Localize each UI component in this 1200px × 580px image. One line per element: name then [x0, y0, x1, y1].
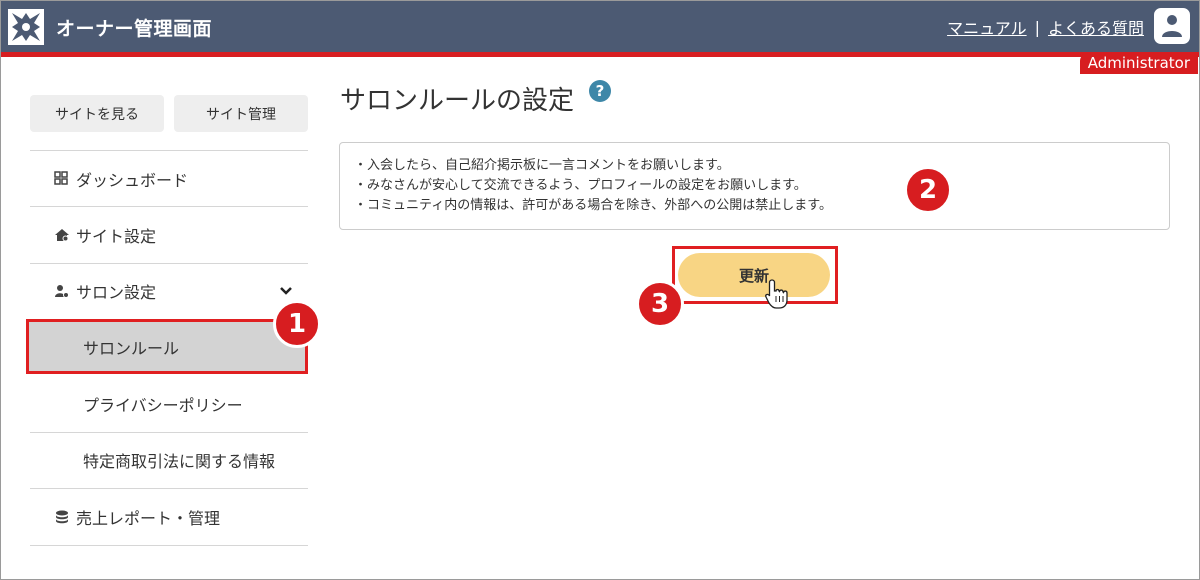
user-icon: [1162, 15, 1182, 37]
chevron-down-icon[interactable]: [278, 282, 294, 298]
house-gear-icon: [54, 227, 70, 243]
site-admin-button[interactable]: サイト管理: [174, 95, 308, 132]
help-icon[interactable]: ?: [588, 79, 612, 103]
rule-line: ・コミュニティ内の情報は、許可がある場合を除き、外部への公開は禁止します。: [354, 198, 833, 213]
role-badge: Administrator: [1079, 53, 1198, 74]
user-gear-icon: [54, 283, 70, 299]
sidebar-item-sales-report[interactable]: 売上レポート・管理: [30, 489, 308, 544]
update-button[interactable]: 更新: [678, 253, 830, 297]
sidebar-item-dashboard[interactable]: ダッシュボード: [30, 151, 308, 206]
nav-divider: [30, 545, 308, 546]
header-accent-line: [0, 52, 1200, 57]
sidebar-item-label: 特定商取引法に関する情報: [83, 451, 276, 471]
salon-rules-textarea[interactable]: ・入会したら、自己紹介掲示板に一言コメントをお願いします。 ・みなさんが安心して…: [339, 142, 1170, 230]
sidebar-item-label: サロンルール: [83, 338, 180, 358]
rule-line: ・みなさんが安心して交流できるよう、プロフィールの設定をお願いします。: [354, 178, 807, 193]
hand-pointer-icon: [765, 279, 788, 309]
sidebar-item-label: サイト設定: [76, 226, 157, 246]
rule-line: ・入会したら、自己紹介掲示板に一言コメントをお願いします。: [354, 158, 730, 173]
grid-icon: [54, 170, 70, 187]
sidebar-item-commerce-law[interactable]: 特定商取引法に関する情報: [30, 432, 308, 487]
faq-link[interactable]: よくある質問: [1048, 15, 1144, 39]
app-title: オーナー管理画面: [56, 18, 213, 40]
app-header: オーナー管理画面 マニュアル | よくある質問: [0, 0, 1200, 52]
step-marker-1: 1: [273, 300, 321, 348]
page-title: サロンルールの設定: [340, 86, 575, 116]
sidebar-item-label: ダッシュボード: [76, 170, 189, 190]
sidebar-item-salon-settings[interactable]: サロン設定: [30, 263, 308, 318]
user-menu-button[interactable]: [1154, 8, 1190, 44]
manual-link[interactable]: マニュアル: [947, 15, 1027, 39]
view-site-button[interactable]: サイトを見る: [30, 95, 164, 132]
sidebar-item-label: 売上レポート・管理: [76, 508, 221, 528]
sidebar-item-site-settings[interactable]: サイト設定: [30, 207, 308, 262]
coins-icon: [54, 509, 70, 525]
step-marker-2: 2: [904, 166, 952, 214]
svg-text:?: ?: [596, 82, 605, 100]
logo-icon: [8, 9, 44, 45]
sidebar-item-label: プライバシーポリシー: [83, 395, 243, 415]
sidebar-item-label: サロン設定: [76, 282, 157, 302]
sidebar-item-privacy-policy[interactable]: プライバシーポリシー: [30, 376, 308, 431]
header-links: マニュアル | よくある質問: [947, 15, 1144, 39]
step-marker-3: 3: [636, 280, 684, 328]
sidebar-item-salon-rules[interactable]: サロンルール: [26, 319, 308, 374]
header-separator: |: [1034, 17, 1040, 37]
